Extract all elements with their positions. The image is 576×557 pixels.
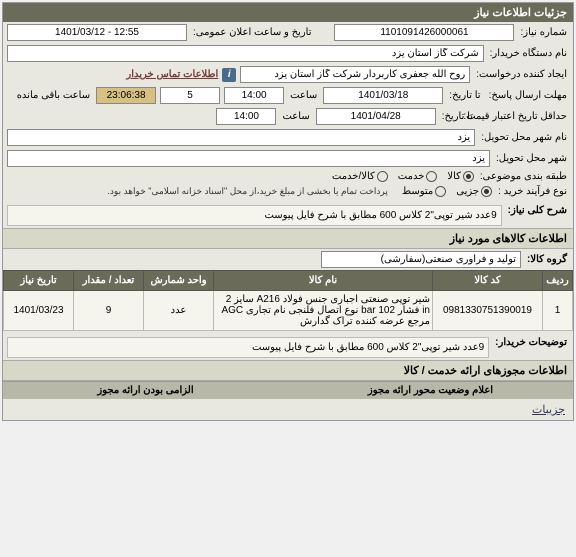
cell-name: شیر توپی صنعتی اجباری جنس فولاد A216 سای…	[214, 291, 433, 331]
col-row: ردیف	[543, 271, 573, 291]
details-link[interactable]: جزیبات	[532, 403, 565, 416]
cell-unit: عدد	[144, 291, 214, 331]
col-name: نام کالا	[214, 271, 433, 291]
need-city-label: نام شهر محل تحویل:	[479, 132, 569, 143]
row-requester: ایجاد کننده درخواست: i اطلاعات تماس خرید…	[3, 64, 573, 85]
validity-time-input[interactable]	[216, 108, 276, 125]
row-delivery-city: شهر محل تحویل:	[3, 148, 573, 169]
radio-minor-label: جزیی	[456, 186, 479, 197]
summary-box: 9عدد شیر توپی"2 کلاس 600 مطابق با شرح فا…	[7, 205, 502, 226]
buy-type-label: نوع فرآیند خرید :	[496, 186, 569, 197]
row-buyer: نام دستگاه خریدار:	[3, 43, 573, 64]
radio-kala[interactable]: کالا	[447, 171, 474, 182]
radio-kalakhadamat[interactable]: کالا/خدمت	[332, 171, 388, 182]
cell-qty: 9	[74, 291, 144, 331]
radio-dot-icon	[463, 171, 474, 182]
need-no-input[interactable]	[334, 24, 514, 41]
buyer-note-box: 9عدد شیر توپی"2 کلاس 600 مطابق با شرح فا…	[7, 337, 489, 358]
contact-link[interactable]: اطلاعات تماس خریدار	[126, 69, 218, 80]
radio-kala-label: کالا	[447, 171, 461, 182]
row-classification: طبقه بندی موضوعی: کالا خدمت کالا/خدمت	[3, 169, 573, 184]
contact-link-text: اطلاعات تماس خریدار	[126, 69, 218, 80]
mandatory-subheader: الزامی بودن ارائه مجوز	[3, 381, 288, 399]
validity-until-label: تا تاریخ:	[440, 111, 475, 122]
table-row: 10981330751390019شیر توپی صنعتی اجباری ج…	[4, 291, 573, 331]
requester-label: ایجاد کننده درخواست:	[474, 69, 569, 80]
row-group: گروه کالا:	[3, 249, 573, 270]
public-datetime-input[interactable]	[7, 24, 187, 41]
panel-title: جزئیات اطلاعات نیاز	[3, 3, 573, 22]
class-radio-group: کالا خدمت کالا/خدمت	[332, 171, 474, 182]
row-footer: جزیبات	[3, 399, 573, 420]
license-section-title: اطلاعات مجوزهای ارائه خدمت / کالا	[3, 360, 573, 381]
col-code: کد کالا	[433, 271, 543, 291]
radio-empty-icon	[377, 171, 388, 182]
summary-label: شرح کلی نیاز:	[506, 205, 569, 216]
cell-code: 0981330751390019	[433, 291, 543, 331]
time-label-1: ساعت	[288, 90, 319, 101]
license-subheaders: اعلام وضعیت محور ارائه مجوز الزامی بودن …	[3, 381, 573, 399]
group-input[interactable]	[321, 251, 521, 268]
info-icon: i	[222, 68, 236, 82]
need-no-label: شماره نیاز:	[518, 27, 569, 38]
table-header-row: ردیف کد کالا نام کالا واحد شمارش تعداد /…	[4, 271, 573, 291]
col-qty: تعداد / مقدار	[74, 271, 144, 291]
row-summary: شرح کلی نیاز: 9عدد شیر توپی"2 کلاس 600 م…	[3, 199, 573, 228]
radio-dot-icon	[481, 186, 492, 197]
radio-khadamat[interactable]: خدمت	[398, 171, 438, 182]
group-label: گروه کالا:	[525, 254, 569, 265]
radio-minor[interactable]: جزیی	[456, 186, 492, 197]
details-link-text: جزیبات	[532, 404, 565, 416]
row-validity: حداقل تاریخ اعتبار قیمت: تا تاریخ: ساعت	[3, 106, 573, 127]
cell-date: 1401/03/23	[4, 291, 74, 331]
need-details-panel: جزئیات اطلاعات نیاز شماره نیاز: تاریخ و …	[2, 2, 574, 421]
row-buy-type: نوع فرآیند خرید : جزیی متوسط پرداخت تمام…	[3, 184, 573, 199]
row-buyer-note: توضیحات خریدار: 9عدد شیر توپی"2 کلاس 600…	[3, 331, 573, 360]
col-date: تاریخ نیاز	[4, 271, 74, 291]
buyer-label: نام دستگاه خریدار:	[488, 48, 569, 59]
remaining-time-input[interactable]	[96, 87, 156, 104]
deadline-time-input[interactable]	[224, 87, 284, 104]
buyer-note-label: توضیحات خریدار:	[493, 337, 569, 348]
days-input[interactable]	[160, 87, 220, 104]
radio-empty-icon	[435, 186, 446, 197]
buyer-input[interactable]	[7, 45, 484, 62]
deadline-until-label: تا تاریخ:	[447, 90, 482, 101]
class-label: طبقه بندی موضوعی:	[478, 171, 569, 182]
radio-empty-icon	[426, 171, 437, 182]
delivery-city-input[interactable]	[7, 150, 490, 167]
items-table: ردیف کد کالا نام کالا واحد شمارش تعداد /…	[3, 270, 573, 331]
deadline-date-input[interactable]	[323, 87, 443, 104]
radio-kalakhadamat-label: کالا/خدمت	[332, 171, 375, 182]
delivery-city-label: شهر محل تحویل:	[494, 153, 569, 164]
radio-medium-label: متوسط	[402, 186, 433, 197]
validity-date-input[interactable]	[316, 108, 436, 125]
time-label-2: ساعت	[280, 111, 311, 122]
row-deadline: مهلت ارسال پاسخ: تا تاریخ: ساعت ساعت باق…	[3, 85, 573, 106]
public-datetime-label: تاریخ و ساعت اعلان عمومی:	[191, 27, 314, 38]
items-section-title: اطلاعات کالاهای مورد نیاز	[3, 228, 573, 249]
radio-medium[interactable]: متوسط	[402, 186, 446, 197]
status-subheader: اعلام وضعیت محور ارائه مجوز	[288, 381, 573, 399]
radio-khadamat-label: خدمت	[398, 171, 425, 182]
requester-input[interactable]	[240, 66, 470, 83]
buy-type-radio-group: جزیی متوسط	[402, 186, 492, 197]
payment-note: پرداخت تمام یا بخشی از مبلغ خرید،از محل …	[107, 186, 387, 197]
deadline-label: مهلت ارسال پاسخ:	[487, 90, 569, 101]
row-need-city: نام شهر محل تحویل:	[3, 127, 573, 148]
cell-row: 1	[543, 291, 573, 331]
row-need-number: شماره نیاز: تاریخ و ساعت اعلان عمومی:	[3, 22, 573, 43]
col-unit: واحد شمارش	[144, 271, 214, 291]
validity-label: حداقل تاریخ اعتبار قیمت:	[479, 111, 569, 122]
need-city-input[interactable]	[7, 129, 475, 146]
remaining-label: ساعت باقی مانده	[15, 90, 92, 101]
